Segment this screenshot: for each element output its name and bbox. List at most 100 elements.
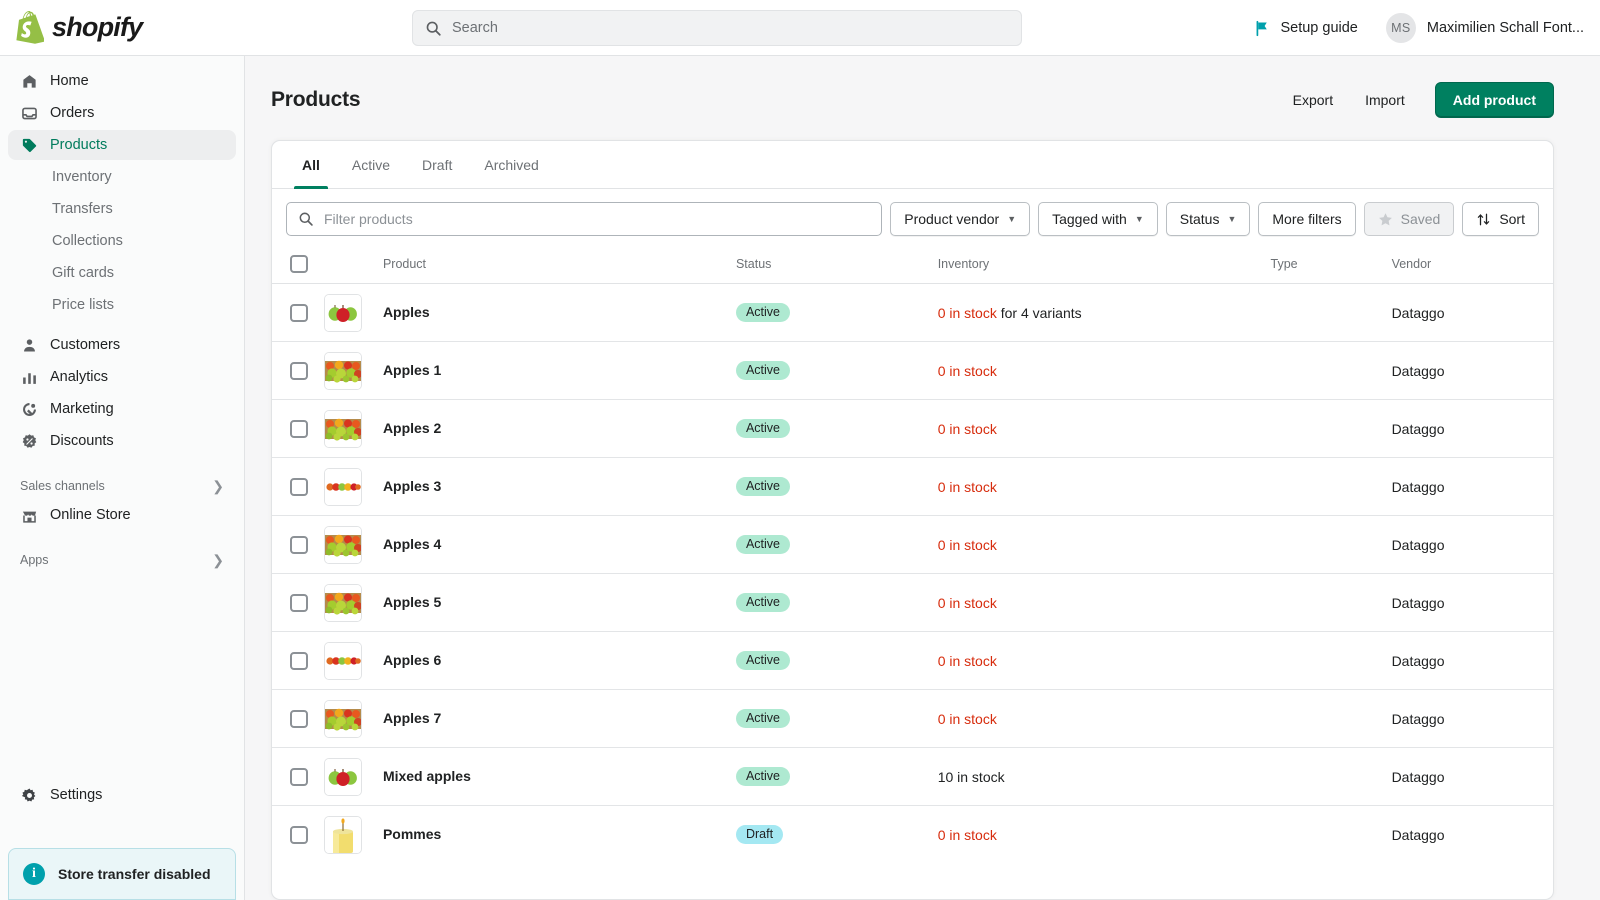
row-checkbox[interactable]: [290, 651, 308, 670]
row-type-cell: [1270, 341, 1392, 400]
sidebar-item-online-store[interactable]: Online Store: [8, 500, 236, 530]
table-row[interactable]: Apples 2 Active 0 in stock Dataggo: [272, 399, 1553, 458]
column-header-status: Status: [735, 249, 938, 284]
table-row[interactable]: Apples 6 Active 0 in stock Dataggo: [272, 631, 1553, 690]
sidebar-section-sales-channels[interactable]: Sales channels ❯: [8, 472, 236, 500]
row-checkbox[interactable]: [290, 477, 308, 496]
filter-product-vendor-label: Product vendor: [904, 211, 1000, 227]
filter-status-button[interactable]: Status ▼: [1165, 202, 1251, 236]
product-name[interactable]: Apples 2: [383, 420, 441, 436]
tab-all[interactable]: All: [286, 141, 336, 189]
store-icon: [20, 506, 38, 524]
filter-tagged-with-button[interactable]: Tagged with ▼: [1038, 202, 1158, 236]
product-thumbnail-apple-row: [324, 467, 363, 506]
row-checkbox[interactable]: [290, 593, 308, 612]
tab-draft[interactable]: Draft: [406, 141, 468, 189]
row-product-cell[interactable]: Apples 7: [382, 689, 736, 748]
sidebar-item-price-lists[interactable]: Price lists: [8, 290, 236, 320]
sidebar-item-discounts[interactable]: Discounts: [8, 426, 236, 456]
more-filters-button[interactable]: More filters: [1258, 202, 1356, 236]
product-vendor: Dataggo: [1391, 710, 1445, 727]
row-checkbox[interactable]: [290, 361, 308, 380]
filter-products-input[interactable]: Filter products: [286, 202, 883, 236]
tab-active[interactable]: Active: [336, 141, 406, 189]
sidebar-item-inventory[interactable]: Inventory: [8, 162, 236, 192]
row-checkbox[interactable]: [290, 535, 308, 554]
sidebar-item-orders[interactable]: Orders: [8, 98, 236, 128]
tab-archived[interactable]: Archived: [468, 141, 554, 189]
table-row[interactable]: Apples 3 Active 0 in stock Dataggo: [272, 457, 1553, 516]
global-search-input[interactable]: Search: [412, 10, 1022, 46]
row-product-cell[interactable]: Apples 1: [382, 341, 736, 400]
select-all-checkbox[interactable]: [290, 255, 308, 273]
table-row[interactable]: Mixed apples Active 10 in stock Dataggo: [272, 747, 1553, 806]
status-badge: Draft: [735, 825, 784, 845]
sidebar-item-transfers[interactable]: Transfers: [8, 194, 236, 224]
import-button[interactable]: Import: [1349, 83, 1421, 117]
row-checkbox[interactable]: [290, 767, 308, 786]
user-menu[interactable]: MS Maximilien Schall Font...: [1385, 13, 1584, 43]
tab-draft-label: Draft: [422, 156, 453, 173]
product-name[interactable]: Apples 5: [383, 594, 441, 610]
row-product-cell[interactable]: Apples 3: [382, 457, 736, 516]
add-product-button[interactable]: Add product: [1434, 82, 1554, 118]
row-select-cell: [272, 631, 325, 690]
product-vendor: Dataggo: [1391, 652, 1445, 669]
row-type-cell: [1270, 515, 1392, 574]
sidebar-item-products[interactable]: Products: [8, 130, 236, 160]
table-row[interactable]: Apples Active 0 in stock for 4 variants Dat…: [272, 283, 1553, 342]
store-transfer-banner[interactable]: i Store transfer disabled: [8, 848, 236, 900]
row-checkbox[interactable]: [290, 825, 308, 844]
star-icon: [1378, 212, 1392, 225]
sidebar-item-settings[interactable]: Settings: [8, 780, 237, 810]
table-row[interactable]: Apples 7 Active 0 in stock Dataggo: [272, 689, 1553, 748]
row-product-cell[interactable]: Apples 5: [382, 573, 736, 632]
export-button[interactable]: Export: [1277, 83, 1349, 117]
sidebar-section-apps[interactable]: Apps ❯: [8, 546, 236, 574]
row-type-cell: [1270, 573, 1392, 632]
table-row[interactable]: Apples 1 Active 0 in stock Dataggo: [272, 341, 1553, 400]
sidebar-item-collections[interactable]: Collections: [8, 226, 236, 256]
row-type-cell: [1270, 747, 1392, 806]
setup-guide-button[interactable]: Setup guide: [1254, 20, 1358, 37]
row-thumbnail-cell: [324, 573, 383, 632]
sidebar-label-home: Home: [50, 73, 89, 89]
inventory-count: 10 in stock: [937, 768, 1005, 785]
inventory-count: 0 in stock: [937, 362, 997, 379]
product-name[interactable]: Mixed apples: [383, 768, 471, 784]
product-name[interactable]: Apples 3: [383, 478, 441, 494]
row-vendor-cell: Dataggo: [1391, 747, 1553, 806]
product-name[interactable]: Pommes: [383, 826, 441, 842]
sidebar-item-customers[interactable]: Customers: [8, 330, 236, 360]
table-row[interactable]: Pommes Draft 0 in stock Dataggo: [272, 806, 1553, 864]
sidebar-item-marketing[interactable]: Marketing: [8, 394, 236, 424]
product-name[interactable]: Apples 6: [383, 652, 441, 668]
row-checkbox[interactable]: [290, 709, 308, 728]
product-vendor: Dataggo: [1391, 304, 1445, 321]
top-bar: shopify Search Setup guide MS Maximilien…: [0, 0, 1600, 56]
sort-button[interactable]: Sort: [1462, 202, 1539, 236]
row-product-cell[interactable]: Mixed apples: [382, 747, 736, 806]
table-row[interactable]: Apples 5 Active 0 in stock Dataggo: [272, 573, 1553, 632]
product-name[interactable]: Apples 7: [383, 710, 441, 726]
product-name[interactable]: Apples 1: [383, 362, 441, 378]
row-checkbox[interactable]: [290, 419, 308, 438]
row-product-cell[interactable]: Pommes: [383, 806, 736, 864]
shopify-logo[interactable]: shopify: [14, 11, 244, 44]
table-row[interactable]: Apples 4 Active 0 in stock Dataggo: [272, 515, 1553, 574]
sidebar-item-home[interactable]: Home: [8, 66, 236, 96]
page-title: Products: [271, 88, 361, 111]
row-product-cell[interactable]: Apples 2: [382, 399, 736, 458]
saved-filters-button[interactable]: Saved: [1363, 202, 1455, 236]
row-checkbox[interactable]: [290, 303, 308, 322]
row-product-cell[interactable]: Apples 6: [382, 631, 736, 690]
product-name[interactable]: Apples: [383, 304, 430, 320]
product-name[interactable]: Apples 4: [383, 536, 441, 552]
global-search-placeholder: Search: [452, 20, 498, 36]
row-product-cell[interactable]: Apples: [382, 283, 736, 342]
more-filters-label: More filters: [1272, 211, 1342, 227]
sidebar-item-analytics[interactable]: Analytics: [8, 362, 236, 392]
filter-product-vendor-button[interactable]: Product vendor ▼: [890, 202, 1031, 236]
sidebar-item-gift-cards[interactable]: Gift cards: [8, 258, 236, 288]
row-product-cell[interactable]: Apples 4: [382, 515, 736, 574]
